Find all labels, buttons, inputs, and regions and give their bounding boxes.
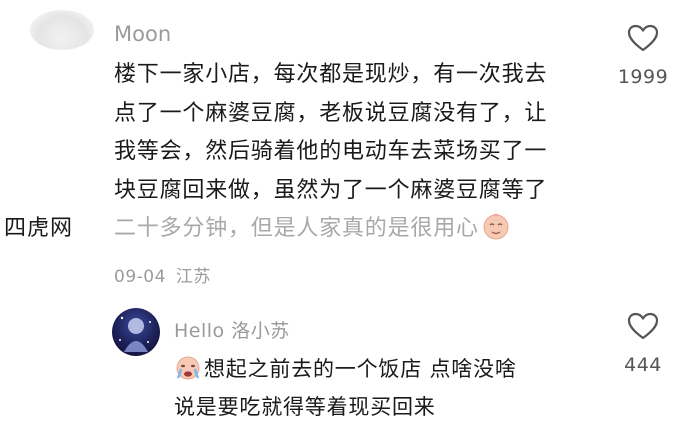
comment-line: 楼下一家小店，每次都是现炒，有一次我去: [114, 62, 548, 87]
avatar[interactable]: [30, 10, 94, 50]
comment-line: 我等会，然后骑着他的电动车去菜场买了一: [114, 139, 548, 164]
comment-text: 楼下一家小店，每次都是现炒，有一次我去 点了一个麻婆豆腐，老板说豆腐没有了，让 …: [114, 56, 610, 249]
like-count: 444: [624, 354, 662, 376]
heart-icon[interactable]: [627, 312, 659, 340]
reply-line: 想起之前去的一个饭店 点啥没啥: [174, 350, 517, 388]
comment-meta: 09-04 江苏: [114, 262, 211, 287]
comment-username[interactable]: Moon: [114, 22, 171, 46]
watermark: 四虎网: [0, 206, 106, 242]
comment-line: 块豆腐回来做，虽然为了一个麻婆豆腐等了: [114, 177, 548, 203]
reply-text: 想起之前去的一个饭店 点啥没啥 说是要吃就得等着现买回来: [174, 350, 517, 426]
comment-location: 江苏: [175, 267, 211, 287]
like-button[interactable]: 1999: [608, 24, 678, 88]
like-count: 1999: [617, 66, 669, 88]
reply-username[interactable]: Hello 洛小苏: [174, 316, 290, 343]
comment-date: 09-04: [114, 267, 166, 287]
comment-line-text: 二十多分钟，但是人家真的是很用心: [114, 216, 479, 241]
comment-line: 点了一个麻婆豆腐，老板说豆腐没有了，让: [114, 100, 548, 126]
touched-emoji-icon: [481, 211, 511, 241]
reply-avatar[interactable]: [112, 308, 160, 356]
crying-emoji-icon: [174, 353, 202, 381]
reply-line: 说是要吃就得等着现买回来: [174, 395, 436, 419]
reply-like-button[interactable]: 444: [608, 312, 678, 376]
reply-line-text: 想起之前去的一个饭店 点啥没啥: [204, 357, 517, 381]
comment-line: 二十多分钟，但是人家真的是很用心: [114, 210, 610, 249]
heart-icon[interactable]: [627, 24, 659, 52]
